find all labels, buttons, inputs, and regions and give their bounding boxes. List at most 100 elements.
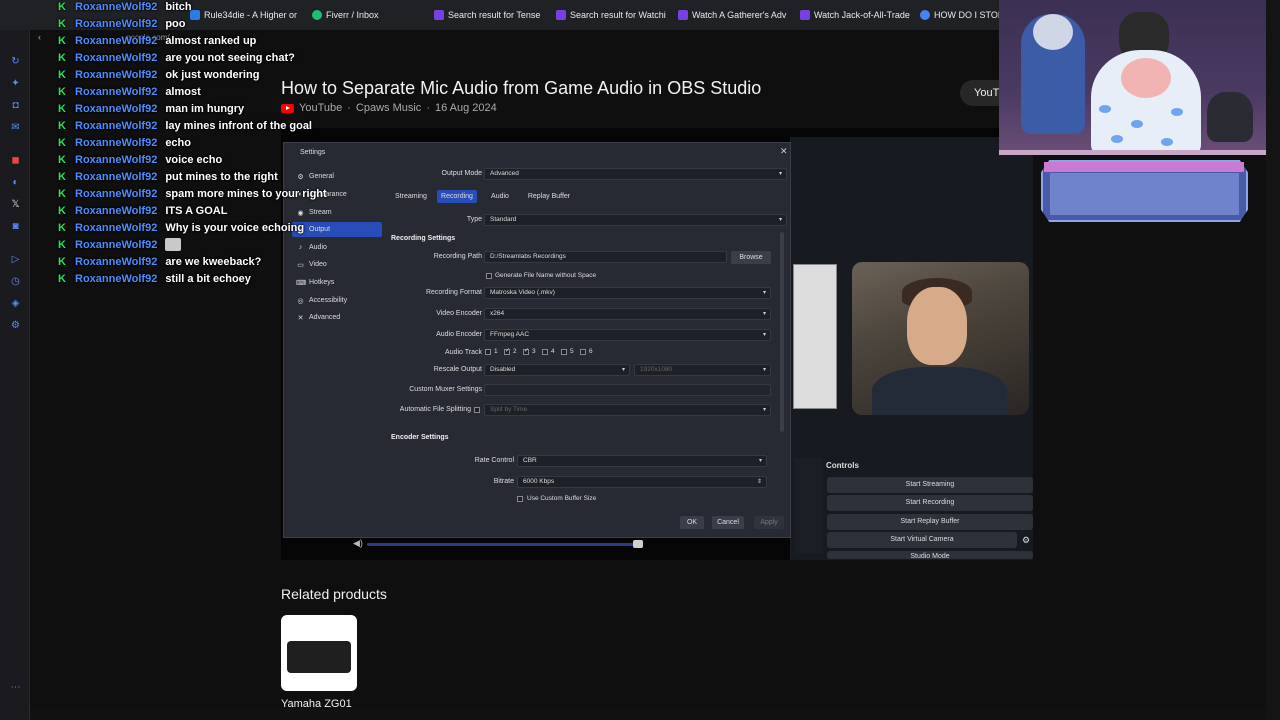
nav-general[interactable]: ⚙ General — [292, 169, 382, 184]
browse-button[interactable]: Browse — [731, 251, 771, 264]
rate-control-select[interactable]: CBR ▾ — [517, 455, 767, 467]
nav-advanced[interactable]: ✕ Advanced — [292, 310, 382, 325]
horizontal-scrollbar[interactable] — [30, 709, 1266, 720]
chat-username[interactable]: RoxanneWolf92 — [75, 188, 157, 200]
messenger-icon[interactable]: ◐ — [10, 177, 21, 188]
discord-icon[interactable]: ◙ — [10, 221, 21, 232]
x-icon[interactable]: 𝕏 — [10, 199, 21, 210]
nav-output[interactable]: ▣ Output — [292, 222, 382, 237]
output-mode-select[interactable]: Advanced ▾ — [484, 168, 787, 180]
tab-6[interactable]: HOW DO I STOP — [920, 6, 1000, 24]
settings-scrollbar[interactable] — [780, 232, 784, 432]
preview-thumbnail — [793, 264, 837, 409]
chat-username[interactable]: RoxanneWolf92 — [75, 256, 157, 268]
type-select[interactable]: Standard ▾ — [484, 214, 787, 226]
monitor-icon: ▭ — [297, 261, 304, 269]
gear-icon[interactable]: ⚙ — [10, 320, 21, 331]
chat-username[interactable]: RoxanneWolf92 — [75, 171, 157, 183]
start-replay-buffer-button[interactable]: Start Replay Buffer — [827, 514, 1033, 530]
nav-stream[interactable]: ◉ Stream — [292, 205, 382, 220]
sync-icon[interactable]: ↻ — [10, 56, 21, 67]
nav-hotkeys[interactable]: ⌨ Hotkeys — [292, 275, 382, 290]
chat-username[interactable]: RoxanneWolf92 — [75, 1, 157, 13]
recording-path-input[interactable]: D:/Streamlabs Recordings — [484, 251, 727, 263]
gen-filename-checkbox[interactable] — [486, 273, 492, 279]
video-title: How to Separate Mic Audio from Game Audi… — [281, 78, 762, 98]
rescale-resolution-select[interactable]: 1920x1080 ▾ — [634, 364, 771, 376]
recording-format-select[interactable]: Matroska Video (.mkv) ▾ — [484, 287, 771, 299]
audio-track-5-checkbox[interactable] — [561, 349, 567, 355]
chat-username[interactable]: RoxanneWolf92 — [75, 69, 157, 81]
apply-button[interactable]: Apply — [754, 516, 784, 529]
tab-2[interactable]: Search result for Tense — [434, 6, 544, 24]
cancel-button[interactable]: Cancel — [712, 516, 744, 529]
audio-track-3-checkbox[interactable]: ✓ — [523, 348, 529, 355]
page-scrollbar[interactable] — [1266, 0, 1280, 720]
use-buffer-checkbox[interactable] — [517, 496, 523, 502]
chat-username[interactable]: RoxanneWolf92 — [75, 154, 157, 166]
tab-audio[interactable]: Audio — [484, 190, 516, 203]
start-streaming-button[interactable]: Start Streaming — [827, 477, 1033, 493]
chat-username[interactable]: RoxanneWolf92 — [75, 222, 157, 234]
stepper-icon[interactable]: ⇕ — [757, 477, 762, 487]
chat-username[interactable]: RoxanneWolf92 — [75, 205, 157, 217]
chat-username[interactable]: RoxanneWolf92 — [75, 52, 157, 64]
volume-slider-handle[interactable] — [633, 540, 643, 548]
start-virtual-camera-button[interactable]: Start Virtual Camera — [827, 532, 1017, 548]
nav-accessibility[interactable]: ◎ Accessibility — [292, 293, 382, 308]
audio-encoder-select[interactable]: FFmpeg AAC ▾ — [484, 329, 771, 341]
chat-username[interactable]: RoxanneWolf92 — [75, 137, 157, 149]
bitrate-spinner[interactable]: 6000 Kbps ⇕ — [517, 476, 767, 488]
tab-streaming[interactable]: Streaming — [390, 190, 432, 203]
ok-button[interactable]: OK — [680, 516, 704, 529]
tab-replay-buffer[interactable]: Replay Buffer — [524, 190, 574, 203]
tab-0[interactable]: Rule34die - A Higher or — [190, 6, 300, 24]
tab-1[interactable]: Fiverr / Inbox — [312, 6, 422, 24]
audio-track-label: Audio Track — [445, 349, 482, 356]
chat-username[interactable]: RoxanneWolf92 — [75, 35, 157, 47]
star-icon[interactable]: ✦ — [10, 78, 21, 89]
audio-track-6-checkbox[interactable] — [580, 349, 586, 355]
chat-username[interactable]: RoxanneWolf92 — [75, 273, 157, 285]
nav-audio[interactable]: ♪ Audio — [292, 240, 382, 255]
instagram-icon[interactable]: ◘ — [10, 100, 21, 111]
chat-username[interactable]: RoxanneWolf92 — [75, 103, 157, 115]
stack-icon[interactable]: ◈ — [10, 298, 21, 309]
video-encoder-select[interactable]: x264 ▾ — [484, 308, 771, 320]
chat-username[interactable]: RoxanneWolf92 — [75, 86, 157, 98]
rescale-output-select[interactable]: Disabled ▾ — [484, 364, 630, 376]
studio-mode-button[interactable]: Studio Mode — [827, 551, 1033, 559]
chat-message: K RoxanneWolf92 lay mines infront of the g… — [58, 117, 312, 134]
clock-icon[interactable]: ◷ — [10, 276, 21, 287]
video-source[interactable]: YouTube — [299, 102, 342, 114]
custom-muxer-input[interactable] — [484, 384, 771, 396]
tab-4[interactable]: Watch A Gatherer's Adv — [678, 6, 788, 24]
mail-icon[interactable]: ✉ — [10, 122, 21, 133]
tab-5[interactable]: Watch Jack-of-All-Trade — [800, 6, 910, 24]
product-card[interactable] — [281, 615, 357, 691]
tab-3[interactable]: Search result for Watchi — [556, 6, 666, 24]
related-products-heading: Related products — [281, 586, 387, 602]
channel-name[interactable]: Cpaws Music — [356, 102, 421, 114]
chat-message: K RoxanneWolf92 ok just wondering — [58, 66, 259, 83]
speaker-icon[interactable]: ◀) — [353, 538, 363, 549]
start-recording-button[interactable]: Start Recording — [827, 495, 1033, 511]
chat-username[interactable]: RoxanneWolf92 — [75, 18, 157, 30]
play-icon[interactable]: ▷ — [10, 254, 21, 265]
chat-username[interactable]: RoxanneWolf92 — [75, 120, 157, 132]
nav-video[interactable]: ▭ Video — [292, 257, 382, 272]
audio-track-1-checkbox[interactable] — [485, 349, 491, 355]
volume-slider[interactable] — [367, 543, 643, 546]
tab-recording[interactable]: Recording — [437, 190, 477, 203]
app-icon[interactable]: ◼ — [10, 155, 21, 166]
gear-icon[interactable]: ⚙ — [1022, 535, 1030, 546]
audio-track-2-checkbox[interactable]: ✓ — [504, 348, 510, 355]
auto-split-checkbox[interactable] — [474, 407, 480, 413]
more-icon[interactable]: ⋯ — [10, 682, 21, 693]
chat-username[interactable]: RoxanneWolf92 — [75, 239, 157, 251]
chat-message: K RoxanneWolf92 almost — [58, 83, 201, 100]
auto-split-select[interactable]: Split by Time ▾ — [484, 404, 771, 416]
close-icon[interactable]: ✕ — [780, 146, 788, 157]
audio-track-4-checkbox[interactable] — [542, 349, 548, 355]
back-icon[interactable]: ‹ — [38, 32, 41, 42]
